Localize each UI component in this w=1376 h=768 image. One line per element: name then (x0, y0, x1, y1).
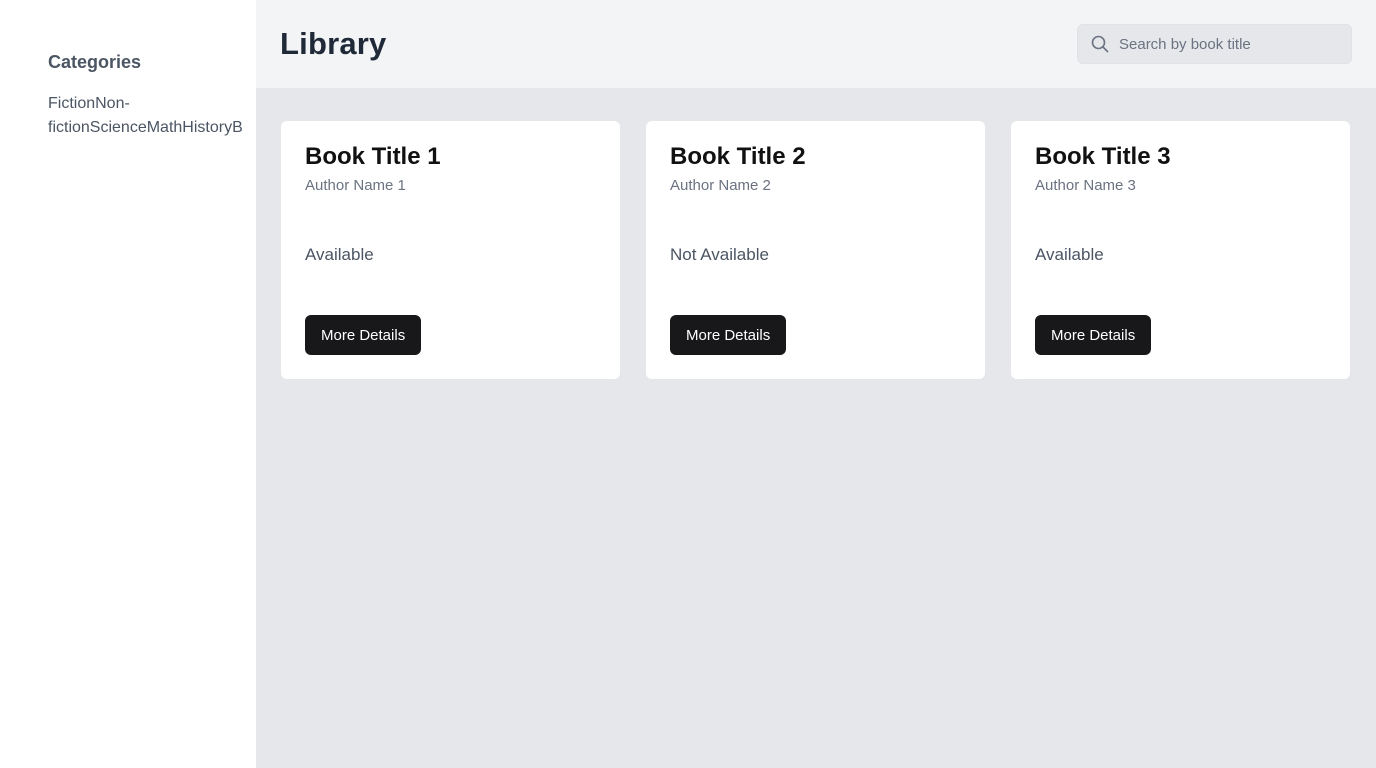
search-box[interactable] (1077, 24, 1352, 64)
book-title: Book Title 1 (305, 143, 441, 170)
book-card: Book Title 2 Author Name 2 Not Available… (646, 121, 985, 379)
sidebar-title: Categories (48, 52, 142, 72)
search-icon (1090, 34, 1110, 54)
book-card: Book Title 3 Author Name 3 Available Mor… (1011, 121, 1350, 379)
header: Library (256, 0, 1376, 88)
book-card: Book Title 1 Author Name 1 Available Mor… (281, 121, 620, 379)
more-details-button[interactable]: More Details (1035, 315, 1152, 355)
book-author: Author Name 1 (305, 177, 406, 194)
book-title: Book Title 2 (670, 143, 806, 170)
category-list: FictionNon-fictionScienceMathHistoryB (48, 92, 256, 140)
category-item-history[interactable]: History (182, 119, 232, 136)
category-item-science[interactable]: Science (90, 119, 147, 136)
availability-status: Available (1035, 245, 1104, 264)
book-author: Author Name 2 (670, 177, 771, 194)
category-item-truncated[interactable]: B (232, 119, 243, 136)
book-author: Author Name 3 (1035, 177, 1136, 194)
main-area: Library Book Title 1 Author Name 1 Avail… (256, 0, 1376, 768)
more-details-button[interactable]: More Details (670, 315, 787, 355)
more-details-button[interactable]: More Details (305, 315, 422, 355)
availability-status: Available (305, 245, 374, 264)
book-grid: Book Title 1 Author Name 1 Available Mor… (256, 88, 1376, 379)
sidebar: Categories FictionNon-fictionScienceMath… (0, 0, 256, 768)
book-title: Book Title 3 (1035, 143, 1171, 170)
search-input[interactable] (1119, 25, 1341, 63)
app-root: Categories FictionNon-fictionScienceMath… (0, 0, 1376, 768)
page-title: Library (280, 26, 387, 61)
category-item-fiction[interactable]: Fiction (48, 95, 95, 112)
availability-status: Not Available (670, 245, 769, 264)
category-item-math[interactable]: Math (147, 119, 183, 136)
